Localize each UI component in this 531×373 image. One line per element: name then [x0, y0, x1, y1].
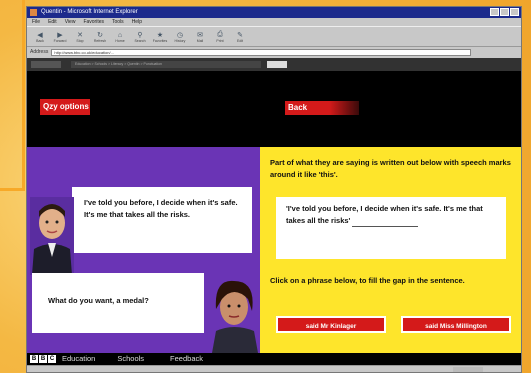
scene-panel: I've told you before, I decide when it's…: [27, 147, 260, 353]
search-toolbar-button[interactable]: ⚲ Search: [133, 30, 147, 44]
address-label: Address: [30, 49, 49, 55]
home-toolbar-button[interactable]: ⌂ Home: [113, 30, 127, 44]
status-bar: [27, 365, 521, 372]
girl-portrait: [204, 269, 260, 353]
bbc-site-logo[interactable]: [31, 61, 61, 68]
bbc-logo[interactable]: B B C: [30, 355, 56, 363]
back-toolbar-button[interactable]: ◀ Back: [33, 30, 47, 44]
internet-zone-indicator: [453, 367, 483, 372]
refresh-icon: ↻: [97, 32, 103, 39]
star-icon: ★: [156, 32, 164, 39]
minimize-button[interactable]: [490, 8, 499, 16]
footer-nav: B B C Education Schools Feedback: [27, 353, 521, 365]
menu-edit[interactable]: Edit: [48, 18, 57, 26]
search-icon: ⚲: [137, 32, 143, 39]
menu-favorites[interactable]: Favorites: [83, 18, 104, 26]
page-content: Education > Schools > Literacy > Quentin…: [27, 58, 521, 372]
history-icon: ◷: [176, 32, 184, 39]
education-link[interactable]: Education: [62, 353, 95, 365]
title-bar: Quentin - Microsoft Internet Explorer: [27, 7, 521, 18]
schools-link[interactable]: Schools: [117, 353, 144, 365]
menu-view[interactable]: View: [65, 18, 76, 26]
maximize-button[interactable]: [500, 8, 509, 16]
exercise-panel: Part of what they are saying is written …: [260, 147, 521, 353]
top-button-area: Qzy options Back: [27, 71, 521, 147]
browser-window: Quentin - Microsoft Internet Explorer Fi…: [26, 6, 522, 373]
answer-button[interactable]: said Mr Kinlager: [276, 316, 386, 333]
mail-toolbar-button[interactable]: ✉ Mail: [193, 30, 207, 44]
answer-gap: [352, 219, 419, 227]
breadcrumb[interactable]: Education > Schools > Literacy > Quentin…: [71, 61, 261, 68]
window-title: Quentin - Microsoft Internet Explorer: [41, 9, 138, 15]
edit-toolbar-button[interactable]: ✎ Edit: [233, 30, 247, 44]
forward-arrow-icon: ▶: [57, 32, 63, 39]
quote-box: 'I've told you before, I decide when it'…: [276, 197, 506, 259]
menu-file[interactable]: File: [32, 18, 40, 26]
boy-portrait: [30, 197, 74, 275]
answer-button[interactable]: said Miss Millington: [401, 316, 511, 333]
speech-bubble: I've told you before, I decide when it's…: [72, 187, 252, 253]
decorative-line: [0, 188, 25, 191]
menu-help[interactable]: Help: [132, 18, 142, 26]
close-button[interactable]: [510, 8, 519, 16]
options-button[interactable]: Qzy options: [40, 99, 90, 115]
edit-icon: ✎: [237, 32, 243, 39]
back-button[interactable]: Back: [285, 101, 359, 115]
history-toolbar-button[interactable]: ◷ History: [173, 30, 187, 44]
print-icon: ⎙: [217, 31, 223, 38]
stop-icon: ✕: [77, 32, 83, 39]
back-arrow-icon: ◀: [37, 32, 43, 39]
toolbar: ◀ Back ▶ Forward ✕ Stop ↻ Refresh ⌂ Home ⚲ Sea…: [27, 26, 521, 47]
site-nav-bar: Education > Schools > Literacy > Quentin…: [27, 58, 521, 71]
address-bar: Address http://www.bbc.co.uk/education/.…: [27, 47, 521, 57]
favorites-toolbar-button[interactable]: ★ Favorites: [153, 30, 167, 44]
address-input[interactable]: http://www.bbc.co.uk/education/...: [51, 48, 472, 56]
ie-icon: [30, 9, 37, 16]
menu-bar: File Edit View Favorites Tools Help: [27, 18, 521, 26]
instruction-text: Part of what they are saying is written …: [270, 158, 511, 179]
feedback-link[interactable]: Feedback: [170, 353, 203, 365]
home-icon: ⌂: [117, 31, 123, 39]
refresh-toolbar-button[interactable]: ↻ Refresh: [93, 30, 107, 44]
decorative-line: [22, 0, 25, 190]
instruction-text: Click on a phrase below, to fill the gap…: [270, 276, 465, 285]
print-toolbar-button[interactable]: ⎙ Print: [213, 30, 227, 44]
speech-bubble: What do you want, a medal?: [32, 273, 207, 333]
mail-icon: ✉: [197, 32, 203, 39]
site-search-input[interactable]: [267, 61, 287, 68]
stop-toolbar-button[interactable]: ✕ Stop: [73, 30, 87, 44]
menu-tools[interactable]: Tools: [112, 18, 124, 26]
forward-toolbar-button[interactable]: ▶ Forward: [53, 30, 67, 44]
